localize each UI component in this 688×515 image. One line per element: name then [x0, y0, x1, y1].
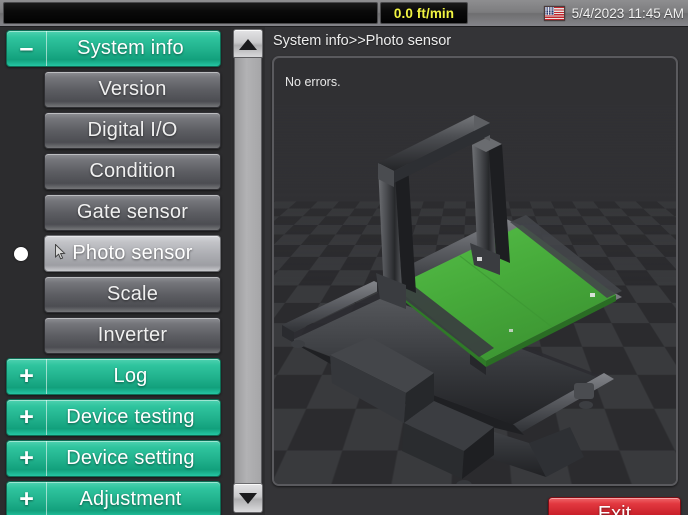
indicator-slot [0, 275, 42, 314]
sidebar-item-adjustment[interactable]: + Adjustment [6, 481, 221, 515]
message-display [3, 2, 378, 24]
indicator-slot [0, 70, 42, 109]
indicator-slot [0, 152, 42, 191]
plus-icon[interactable]: + [7, 359, 47, 394]
sidebar-item-log[interactable]: + Log [6, 358, 221, 395]
speed-display: 0.0 ft/min [380, 2, 468, 24]
sidebar-item-label: Device setting [66, 447, 195, 469]
sidebar-row-device-testing: + Device testing [0, 398, 231, 437]
plus-icon[interactable]: + [7, 441, 47, 476]
sidebar-item-device-setting[interactable]: + Device setting [6, 440, 221, 477]
indicator-slot [0, 193, 42, 232]
sidebar-item-label: Adjustment [79, 488, 182, 510]
application-window: 0.0 ft/min 5/4/2023 11:45 AM – System inf… [0, 0, 688, 515]
indicator-slot [0, 316, 42, 355]
scroll-down-button[interactable] [233, 483, 263, 513]
us-flag-icon[interactable] [543, 6, 565, 21]
exit-button[interactable]: Exit [548, 497, 681, 515]
sidebar-item-scale[interactable]: Scale [44, 276, 221, 313]
sidebar-row-photo-sensor: Photo sensor [0, 234, 231, 273]
sidebar-row-log: + Log [0, 357, 231, 396]
sidebar-item-gate-sensor[interactable]: Gate sensor [44, 194, 221, 231]
sidebar-row-device-setting: + Device setting [0, 439, 231, 478]
sidebar-item-device-testing[interactable]: + Device testing [6, 399, 221, 436]
sidebar-item-label: Log [113, 365, 148, 387]
sidebar-row-adjustment: + Adjustment [0, 480, 231, 515]
triangle-up-icon [239, 38, 257, 50]
plus-icon[interactable]: + [7, 482, 47, 515]
sidebar-row-system-info: – System info [0, 29, 231, 68]
flag-canton [544, 7, 554, 15]
sidebar-item-photo-sensor[interactable]: Photo sensor [44, 235, 221, 272]
sidebar-item-system-info[interactable]: – System info [6, 30, 221, 67]
sidebar-item-label: Device testing [66, 406, 195, 428]
sidebar-item-label: System info [77, 37, 184, 59]
sidebar-row-condition: Condition [0, 152, 231, 191]
status-message: No errors. [285, 75, 341, 89]
indicator-slot [0, 234, 42, 273]
scrollbar-thumb[interactable] [234, 57, 262, 485]
machine-3d-view[interactable] [274, 105, 676, 484]
machine-illustration [282, 115, 622, 484]
active-item-indicator-dot [14, 246, 28, 261]
triangle-down-icon [239, 492, 257, 504]
indicator-slot [0, 111, 42, 150]
sidebar-item-condition[interactable]: Condition [44, 153, 221, 190]
topbar-right-group: 5/4/2023 11:45 AM [543, 0, 684, 27]
main-content-area: System info>>Photo sensor No errors. Exi… [265, 27, 688, 515]
navigation-sidebar: – System info Version Digital I/O Condition G… [0, 27, 231, 515]
sidebar-scrollbar[interactable] [232, 29, 264, 513]
datetime-label: 5/4/2023 11:45 AM [571, 6, 684, 21]
sidebar-row-inverter: Inverter [0, 316, 231, 355]
sidebar-row-scale: Scale [0, 275, 231, 314]
scroll-up-button[interactable] [233, 29, 263, 59]
top-status-bar: 0.0 ft/min 5/4/2023 11:45 AM [0, 0, 688, 27]
sidebar-row-digital-i-o: Digital I/O [0, 111, 231, 150]
sidebar-row-version: Version [0, 70, 231, 109]
sidebar-item-inverter[interactable]: Inverter [44, 317, 221, 354]
sidebar-item-version[interactable]: Version [44, 71, 221, 108]
minus-icon[interactable]: – [7, 31, 47, 66]
plus-icon[interactable]: + [7, 400, 47, 435]
breadcrumb: System info>>Photo sensor [273, 33, 452, 49]
sidebar-item-digital-i-o[interactable]: Digital I/O [44, 112, 221, 149]
sidebar-row-gate-sensor: Gate sensor [0, 193, 231, 232]
content-panel: No errors. [272, 56, 678, 486]
mouse-cursor-icon [55, 244, 66, 260]
